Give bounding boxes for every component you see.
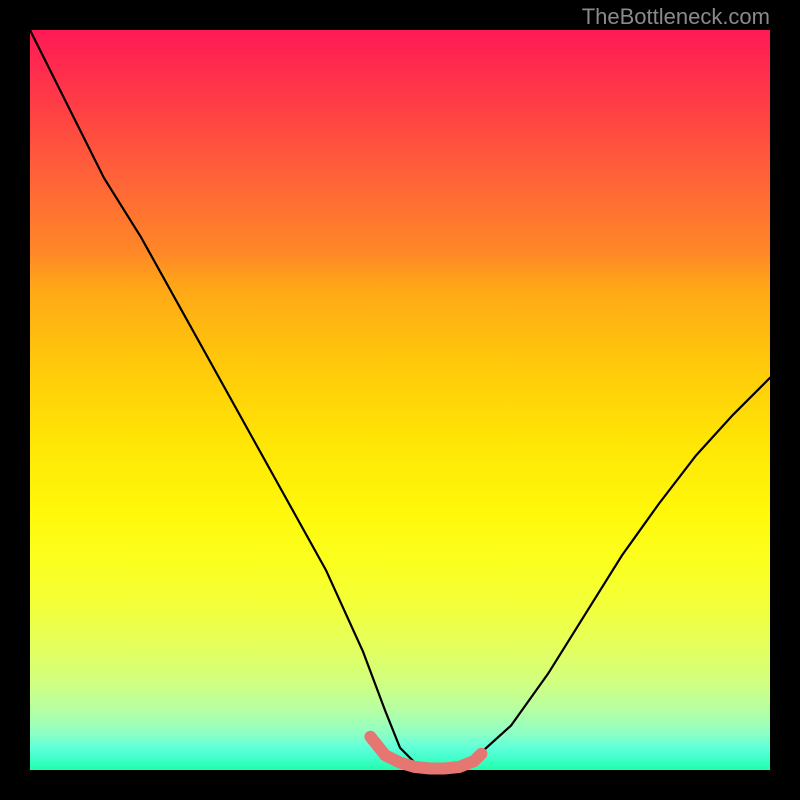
chart-svg: [30, 30, 770, 770]
bottom-highlight-line: [370, 737, 481, 769]
bottleneck-curve-line: [30, 30, 770, 769]
watermark-text: TheBottleneck.com: [582, 4, 770, 30]
chart-plot-area: [30, 30, 770, 770]
